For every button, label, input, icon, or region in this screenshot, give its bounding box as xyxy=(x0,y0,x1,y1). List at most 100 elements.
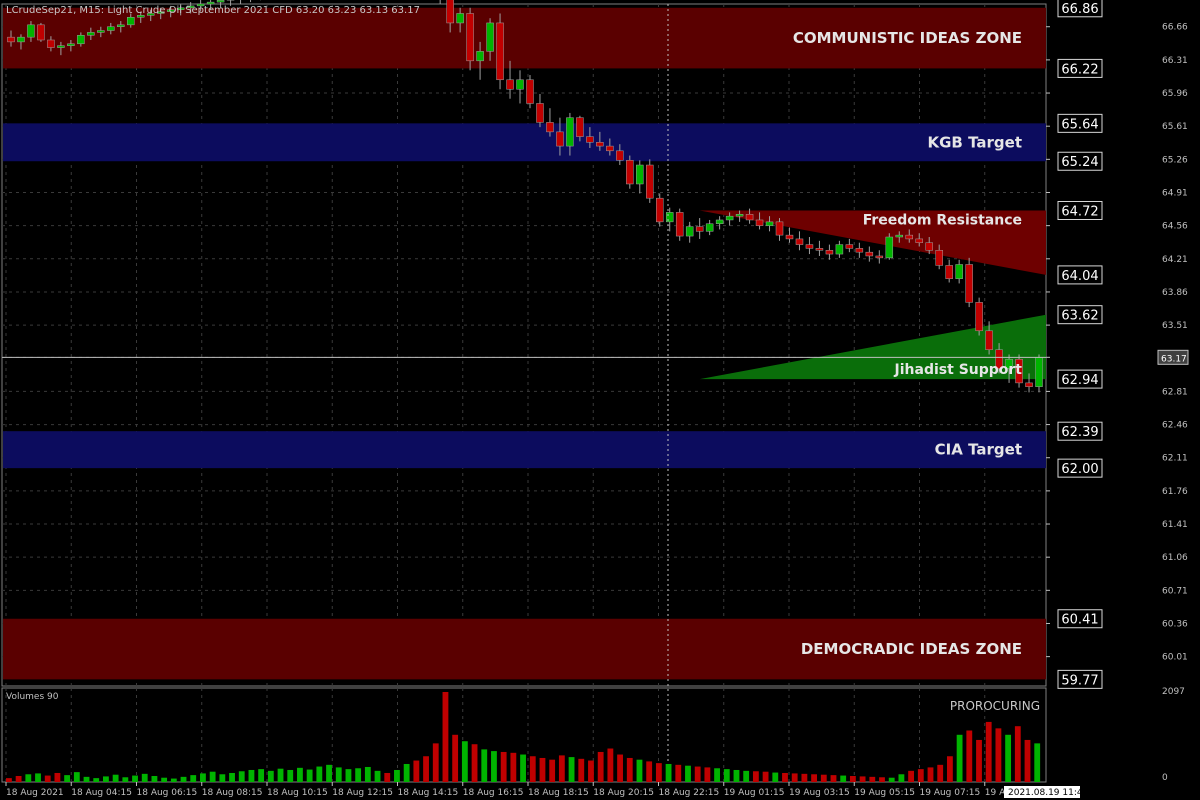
price-box-label: 65.24 xyxy=(1061,155,1098,170)
volume-bar xyxy=(1005,734,1012,782)
volume-bar xyxy=(607,748,614,782)
x-tick-label: 18 Aug 10:15 xyxy=(267,788,328,798)
candle-body xyxy=(785,234,794,240)
x-tick-label: 19 Aug 07:15 xyxy=(920,788,981,798)
candle-body xyxy=(1035,357,1043,387)
volume-bar xyxy=(267,770,274,782)
volume-bar xyxy=(54,772,61,782)
volume-bar xyxy=(364,766,371,782)
y-tick-label: 66.31 xyxy=(1162,56,1188,66)
price-axis: 66.66 66.31 65.96 65.61 65.26 64.91 64.56 64.21… xyxy=(1046,0,1189,689)
volume-bar xyxy=(25,774,32,782)
volume-bar xyxy=(549,759,556,782)
volume-bar xyxy=(733,769,740,782)
candle-body xyxy=(915,238,923,243)
candle-body xyxy=(665,212,674,223)
price-box-label: 66.86 xyxy=(1061,2,1098,17)
volume-bar xyxy=(927,767,934,782)
triangle-label: Freedom Resistance xyxy=(863,212,1022,228)
volume-bar xyxy=(752,771,759,782)
volume-bar xyxy=(481,749,488,782)
volume-bar xyxy=(539,757,546,782)
volume-bar xyxy=(529,756,536,782)
x-tick-label: 19 Aug 01:15 xyxy=(724,788,785,798)
volume-bar xyxy=(1014,726,1021,782)
volume-bar xyxy=(384,772,391,782)
price-box-label: 59.77 xyxy=(1061,673,1098,688)
x-tick-label: 18 Aug 16:15 xyxy=(463,788,524,798)
candle-body xyxy=(755,219,764,226)
volume-bar xyxy=(500,751,507,782)
candle-body xyxy=(775,221,784,236)
x-tick-label: 18 Aug 22:15 xyxy=(659,788,720,798)
y-tick-label: 64.91 xyxy=(1162,188,1188,198)
x-tick-label: 19 Aug 05:15 xyxy=(854,788,915,798)
y-tick-label: 63.86 xyxy=(1162,288,1188,298)
candle-body xyxy=(27,24,35,38)
volume-bar xyxy=(44,775,51,782)
y-tick-label: 64.21 xyxy=(1162,255,1188,265)
volume-bar xyxy=(636,759,643,782)
y-tick-label: 61.06 xyxy=(1162,553,1188,563)
volume-bar xyxy=(1034,743,1041,782)
volume-bar xyxy=(558,755,565,782)
y-tick-label: 61.76 xyxy=(1162,487,1188,497)
watermark: PROROCURING xyxy=(950,699,1040,713)
x-tick-label: 19 Aug 03:15 xyxy=(789,788,850,798)
volume-panel: Volumes 90 2097 0 PROROCURING xyxy=(6,687,1185,783)
volume-bar xyxy=(675,764,682,782)
volume-bar xyxy=(15,775,22,782)
x-tick-label: 18 Aug 04:15 xyxy=(71,788,132,798)
candle-body xyxy=(646,164,654,199)
x-tick-label: 18 Aug 08:15 xyxy=(202,788,263,798)
volume-bar xyxy=(345,769,352,782)
volume-bar xyxy=(946,756,953,782)
candle-body xyxy=(715,219,724,225)
volume-bar xyxy=(452,734,459,782)
volume-bar xyxy=(180,776,187,782)
volume-bar xyxy=(35,773,41,782)
candle-body xyxy=(865,251,874,257)
candle-body xyxy=(695,226,704,232)
candle-body xyxy=(835,244,844,255)
candle-body xyxy=(805,244,814,249)
candle-body xyxy=(815,248,824,251)
zone-label: CIA Target xyxy=(935,441,1022,459)
candle-body xyxy=(845,244,854,249)
zone-band xyxy=(3,123,1046,162)
y-tick-label: 62.46 xyxy=(1162,421,1188,431)
candle-body xyxy=(1025,382,1033,387)
zone-label: DEMOCRADIC IDEAS ZONE xyxy=(801,640,1022,658)
volume-bar xyxy=(849,775,856,782)
candle-body xyxy=(466,13,474,62)
volume-bar xyxy=(898,774,905,782)
candle-body xyxy=(576,117,584,137)
candle-body xyxy=(206,1,215,5)
candle-body xyxy=(655,197,664,223)
crosshair-time-label: 2021.08.19 11:48 xyxy=(1008,788,1089,798)
volume-bar xyxy=(723,769,730,782)
volume-bar xyxy=(306,769,313,782)
volume-min-label: 0 xyxy=(1162,773,1168,783)
y-tick-label: 62.81 xyxy=(1162,387,1188,397)
volume-bar xyxy=(326,764,332,782)
price-chart[interactable]: COMMUNISTIC IDEAS ZONE KGB Target CIA Targ… xyxy=(0,0,1200,800)
y-tick-label: 64.56 xyxy=(1162,222,1188,232)
candle-body xyxy=(725,215,734,221)
volume-bar xyxy=(170,778,177,782)
price-box-label: 64.04 xyxy=(1061,269,1098,284)
volume-bar xyxy=(791,773,798,782)
price-box-label: 62.94 xyxy=(1061,373,1098,388)
volume-bar xyxy=(141,773,148,782)
volume-bar xyxy=(772,772,779,782)
candle-body xyxy=(895,234,904,238)
volume-bar xyxy=(510,752,517,782)
volume-bar xyxy=(869,776,876,782)
volume-bar xyxy=(801,773,808,782)
volume-bar xyxy=(374,770,381,782)
candle-body xyxy=(486,22,494,52)
candle-body xyxy=(795,238,804,245)
volume-bar xyxy=(161,777,168,782)
price-box-label: 60.41 xyxy=(1061,613,1098,628)
volume-bar xyxy=(830,775,837,782)
